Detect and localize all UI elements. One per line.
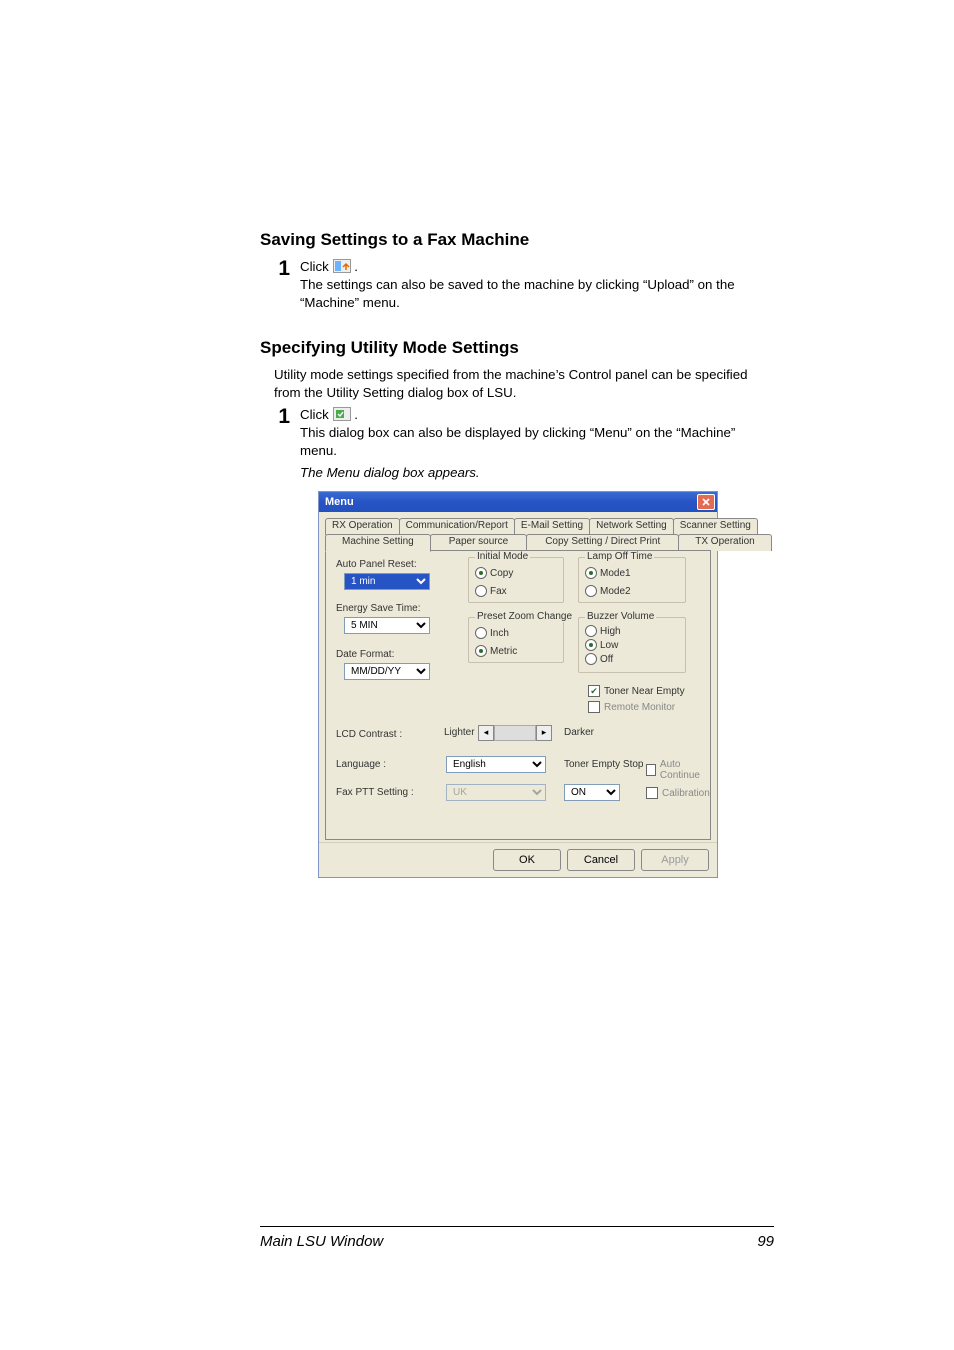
dialog-title: Menu	[325, 496, 354, 508]
language-label: Language :	[336, 759, 386, 770]
step-number: 1	[274, 406, 290, 427]
remote-monitor-checkbox[interactable]	[588, 701, 600, 713]
preset-zoom-title: Preset Zoom Change	[475, 611, 574, 622]
initial-mode-copy-radio[interactable]	[475, 567, 487, 579]
lcd-darker-label: Darker	[564, 727, 594, 738]
energy-save-label: Energy Save Time:	[336, 603, 420, 614]
step1-text-prefix: Click	[300, 259, 333, 274]
lcd-contrast-label: LCD Contrast :	[336, 729, 402, 740]
toner-near-empty-label: Toner Near Empty	[604, 686, 685, 697]
tab-paper-source[interactable]: Paper source	[430, 534, 527, 551]
lamp-mode2-label: Mode2	[600, 586, 631, 597]
tab-copy-direct-print[interactable]: Copy Setting / Direct Print	[526, 534, 679, 551]
heading-saving-settings: Saving Settings to a Fax Machine	[260, 230, 774, 250]
menu-icon	[333, 407, 351, 421]
buzzer-low-label: Low	[600, 640, 618, 651]
buzzer-off-label: Off	[600, 654, 613, 665]
buzzer-high-label: High	[600, 626, 621, 637]
auto-panel-reset-select[interactable]: 1 min	[344, 573, 430, 590]
preset-zoom-metric-label: Metric	[490, 646, 517, 657]
initial-mode-group: Initial Mode Copy Fax	[468, 557, 564, 603]
step1-text-suffix: .	[354, 259, 358, 274]
section2-intro: Utility mode settings specified from the…	[274, 366, 774, 402]
ok-button[interactable]: OK	[493, 849, 561, 871]
step1-para: The settings can also be saved to the ma…	[300, 276, 774, 312]
lamp-off-group: Lamp Off Time Mode1 Mode2	[578, 557, 686, 603]
step1b-text-prefix: Click	[300, 407, 333, 422]
lamp-mode2-radio[interactable]	[585, 585, 597, 597]
buzzer-title: Buzzer Volume	[585, 611, 656, 622]
lamp-mode1-label: Mode1	[600, 568, 631, 579]
menu-dialog: Menu RX Operation Communication/Report E…	[318, 491, 718, 878]
auto-continue-checkbox[interactable]	[646, 764, 656, 776]
lcd-slider-track[interactable]	[494, 725, 536, 741]
initial-mode-copy-label: Copy	[490, 568, 513, 579]
auto-continue-label: Auto Continue	[660, 759, 710, 781]
tab-body: Auto Panel Reset: 1 min Energy Save Time…	[325, 550, 711, 840]
step-number: 1	[274, 258, 290, 279]
tab-email-setting[interactable]: E-Mail Setting	[514, 518, 590, 535]
buzzer-off-radio[interactable]	[585, 653, 597, 665]
dialog-titlebar: Menu	[319, 492, 717, 512]
toner-near-empty-checkbox[interactable]	[588, 685, 600, 697]
close-button[interactable]	[697, 494, 715, 510]
tab-network-setting[interactable]: Network Setting	[589, 518, 674, 535]
date-format-select[interactable]: MM/DD/YY	[344, 663, 430, 680]
lcd-lighter-label: Lighter	[444, 727, 475, 738]
date-format-label: Date Format:	[336, 649, 394, 660]
lamp-mode1-radio[interactable]	[585, 567, 597, 579]
lcd-right-button[interactable]: ▸	[536, 725, 552, 741]
tab-rx-operation[interactable]: RX Operation	[325, 518, 400, 535]
tab-machine-setting[interactable]: Machine Setting	[325, 534, 431, 552]
fax-ptt-label: Fax PTT Setting :	[336, 787, 414, 798]
initial-mode-title: Initial Mode	[475, 551, 530, 562]
auto-panel-reset-label: Auto Panel Reset:	[336, 559, 417, 570]
buzzer-low-radio[interactable]	[585, 639, 597, 651]
tab-communication-report[interactable]: Communication/Report	[399, 518, 515, 535]
buzzer-high-radio[interactable]	[585, 625, 597, 637]
buzzer-group: Buzzer Volume High Low Off	[578, 617, 686, 673]
tab-tx-operation[interactable]: TX Operation	[678, 534, 771, 551]
tab-scanner-setting[interactable]: Scanner Setting	[673, 518, 758, 535]
lcd-left-button[interactable]: ◂	[478, 725, 494, 741]
language-select[interactable]: English	[446, 756, 546, 773]
toner-empty-stop-label: Toner Empty Stop	[564, 759, 643, 770]
heading-utility-mode: Specifying Utility Mode Settings	[260, 338, 774, 358]
preset-zoom-inch-label: Inch	[490, 628, 509, 639]
step1b-text-suffix: .	[354, 407, 358, 422]
footer-title: Main LSU Window	[260, 1233, 383, 1250]
page-number: 99	[757, 1233, 774, 1250]
remote-monitor-label: Remote Monitor	[604, 702, 675, 713]
fax-ptt-select: UK	[446, 784, 546, 801]
calibration-checkbox[interactable]	[646, 787, 658, 799]
initial-mode-fax-label: Fax	[490, 586, 507, 597]
preset-zoom-metric-radio[interactable]	[475, 645, 487, 657]
energy-save-select[interactable]: 5 MIN	[344, 617, 430, 634]
preset-zoom-group: Preset Zoom Change Inch Metric	[468, 617, 564, 663]
upload-icon	[333, 259, 351, 273]
lamp-off-title: Lamp Off Time	[585, 551, 654, 562]
apply-button[interactable]: Apply	[641, 849, 709, 871]
step1b-para: This dialog box can also be displayed by…	[300, 424, 774, 460]
initial-mode-fax-radio[interactable]	[475, 585, 487, 597]
page-footer: Main LSU Window 99	[260, 1226, 774, 1250]
menu-dialog-appears: The Menu dialog box appears.	[300, 464, 774, 482]
preset-zoom-inch-radio[interactable]	[475, 627, 487, 639]
fax-ptt-on-select[interactable]: ON	[564, 784, 620, 801]
cancel-button[interactable]: Cancel	[567, 849, 635, 871]
calibration-label: Calibration	[662, 788, 710, 799]
